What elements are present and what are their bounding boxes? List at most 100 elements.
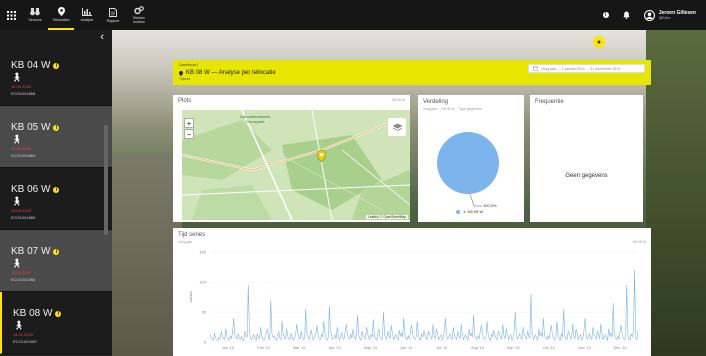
pie-connector [469,193,482,207]
plots-tag: KB 08 W [391,98,405,102]
pie-percent: 100,0% [483,203,497,208]
date-range-picker[interactable]: Vorig jaar — 1 januari 2019 — 31 decembe… [528,64,645,73]
calendar-icon [533,66,538,71]
legend-swatch [456,209,460,214]
date-range-label: Vorig jaar — 1 januari 2019 — 31 decembe… [541,66,621,71]
info-icon[interactable]: i [602,12,609,18]
location-card[interactable]: KB 04 Wi 🚶︎ 16.04.2020 ECO1001868 [0,44,112,106]
location-title: KB 06 W [11,184,51,195]
y-tick-label: 50 [202,310,207,315]
location-code: ECO1001869 [11,153,36,158]
frequentie-title: Frequentie [535,99,564,105]
verdeling-type: Type gegevens [458,107,482,111]
pie-legend[interactable]: 1. KB 08 W [456,209,483,214]
location-date: 16.04.2020 [11,84,32,89]
map-pin-icon [179,70,183,76]
x-tick-label: Jan '19 [222,346,234,350]
location-code: ECO1001868 [11,91,36,96]
page-title: KB 08 W — Analyse per tellocatie [186,70,276,76]
pedestrian-icon: 🚶︎ [11,258,23,268]
y-tick-label: 150 [199,250,206,255]
y-tick-label: 100 [199,280,206,285]
location-date: 14.01.2020 [11,270,32,275]
location-sidebar: ‹ KB 04 Wi 🚶︎ 16.04.2020 ECO1001868 KB 0… [0,30,112,356]
x-tick-label: Jul '19 [436,346,447,350]
x-tick-label: Feb '19 [257,346,270,350]
no-data-text: Geen gegevens [565,173,608,179]
tijd-series-title: Tijd series [178,232,206,238]
sidebar-header: ‹ [0,30,112,44]
info-badge-icon[interactable]: i [53,186,60,193]
map-tiles [182,110,410,220]
nav-sensors[interactable]: Sensors [22,0,48,30]
x-tick-label: Dec '19 [614,346,627,350]
map-attribution[interactable]: Leaflet | © OpenStreetMap [366,215,408,219]
y-axis-label: Aantal [188,291,193,302]
map-area-label: Natuurtelnetwerk Grenspark [240,114,271,124]
background-tree [646,30,706,356]
nav-tellocaties[interactable]: Tellocaties [48,0,74,30]
verdeling-location: KB 08 W [441,107,455,111]
nav-rapport-label: Rapport [106,18,120,23]
info-badge-icon[interactable]: i [53,62,60,69]
nav-rapport[interactable]: Rapport [100,0,126,30]
sidebar-scrollbar[interactable] [104,125,108,235]
nav-sensors-label: Sensors [28,18,42,22]
plots-title: Plots [178,98,192,104]
x-tick-label: Oct '19 [543,346,555,350]
info-badge-icon[interactable]: i [53,248,60,255]
location-code: ECO1001857 [13,339,38,344]
location-code: ECO1001865 [11,277,36,282]
location-card-selected[interactable]: KB 08 Wi 🚶︎ 14.01.2020 ECO1001857 [0,292,112,354]
info-badge-icon[interactable]: i [55,310,62,317]
bar-chart-icon [82,8,92,16]
location-code: ECO1001869 [11,215,36,220]
nav-beheer-label: Beheer toolbox [133,15,145,24]
nav-analyse-label: Analyse [80,18,94,22]
location-title: KB 08 W [13,308,53,319]
location-card[interactable]: KB 05 Wi 🚶︎ 16.04.2020 ECO1001869 [0,106,112,168]
x-tick-label: Jun '19 [400,346,412,350]
map-pin-icon [57,6,65,16]
x-tick-label: Aug '19 [471,346,484,350]
user-avatar-icon [643,9,655,21]
weather-sun-icon[interactable]: ● [593,36,605,48]
nav-analyse[interactable]: Analyse [74,0,100,30]
x-tick-label: Mar '19 [293,346,306,350]
page-subtitle: Telpunt [179,77,190,81]
collapse-sidebar-icon[interactable]: ‹ [100,31,104,43]
pedestrian-icon: 🚶︎ [11,134,23,144]
verdeling-panel: Verdeling Vorig jaar KB 08 W Type gegeve… [418,95,524,222]
verdeling-period: Vorig jaar [423,107,438,111]
location-card[interactable]: KB 07 Wi 🚶︎ 14.01.2020 ECO1001865 [0,230,112,292]
pedestrian-icon: 🚶︎ [13,320,25,330]
user-menu[interactable]: Jeroen Gillesen @Echo [643,9,696,21]
bell-icon[interactable] [623,11,630,19]
series-line[interactable] [209,269,639,342]
info-badge-icon[interactable]: i [53,124,60,131]
zoom-in-button[interactable]: + [184,118,194,128]
pedestrian-icon: 🚶︎ [11,72,23,82]
nav-beheer[interactable]: Beheer toolbox [126,0,152,30]
gears-icon [134,6,144,15]
verdeling-title: Verdeling [423,99,449,105]
pie-slice[interactable] [437,132,499,194]
top-bar: Sensors Tellocaties Analyse Rapport Behe… [0,0,706,30]
main-nav: Sensors Tellocaties Analyse Rapport Behe… [22,0,152,30]
location-map[interactable]: Natuurtelnetwerk Grenspark + − Leaflet |… [182,110,410,220]
layers-button[interactable] [388,118,406,136]
map-marker-icon[interactable] [317,150,326,162]
app-grid-icon[interactable] [0,0,22,30]
zoom-out-button[interactable]: − [184,129,194,139]
location-title: KB 07 W [11,246,51,257]
location-card[interactable]: KB 06 Wi 🚶︎ 16.04.2020 ECO1001869 [0,168,112,230]
x-tick-label: Sep '19 [507,346,520,350]
user-org: @Echo [658,16,671,20]
x-tick-label: May '19 [364,346,377,350]
frequentie-panel: Frequentie Geen gegevens [530,95,643,222]
location-title: KB 04 W [11,60,51,71]
background-hill [112,156,182,356]
x-tick-label: Apr '19 [329,346,341,350]
dashboard-header: Dashboard KB 08 W — Analyse per tellocat… [173,60,651,85]
legend-label: 1. KB 08 W [463,209,484,214]
